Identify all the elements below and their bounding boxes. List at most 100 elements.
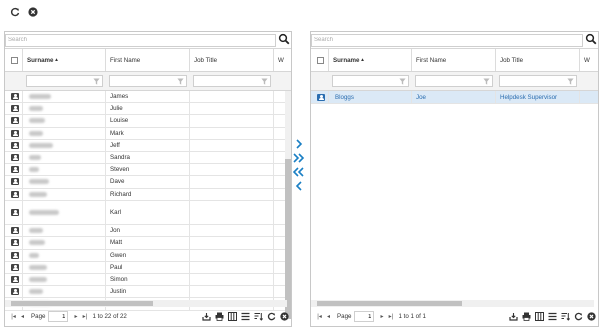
- surname-filter[interactable]: [332, 75, 409, 87]
- table-row[interactable]: Jon: [5, 225, 287, 238]
- column-header-w[interactable]: W: [274, 49, 291, 71]
- close-circle-icon[interactable]: [27, 6, 39, 18]
- column-header-w[interactable]: W: [580, 49, 598, 71]
- first-name-text: Simon: [110, 276, 128, 284]
- sort-icon[interactable]: [560, 311, 570, 321]
- job-title-cell: [190, 188, 274, 200]
- first-name-cell: Steven: [106, 164, 190, 176]
- select-all-checkbox[interactable]: [317, 56, 324, 64]
- page-label: Page: [337, 313, 352, 320]
- sort-icon[interactable]: [253, 311, 263, 321]
- table-row[interactable]: Matt: [5, 237, 287, 250]
- page-number-input[interactable]: [48, 311, 69, 322]
- first-name-filter[interactable]: [109, 75, 187, 87]
- first-name-cell: Matt: [106, 237, 190, 249]
- first-name-cell: Mark: [106, 127, 190, 139]
- first-name-text: James: [110, 93, 129, 101]
- surname-filter[interactable]: [26, 75, 103, 87]
- table-row[interactable]: Jeff: [5, 139, 287, 152]
- export-icon[interactable]: [508, 311, 518, 321]
- table-row[interactable]: Dave: [5, 176, 287, 189]
- export-icon[interactable]: [201, 311, 211, 321]
- job-title-cell: [190, 249, 274, 261]
- list-icon[interactable]: [547, 311, 557, 321]
- surname-cell: [23, 249, 106, 261]
- table-row[interactable]: Mark: [5, 127, 287, 140]
- row-icon-cell: [5, 188, 23, 200]
- table-row[interactable]: Paul: [5, 261, 287, 274]
- user-card-icon: [11, 178, 19, 186]
- user-card-icon: [11, 190, 19, 198]
- previous-page-button[interactable]: ◂: [18, 312, 27, 321]
- scroll-thumb[interactable]: [317, 301, 462, 306]
- table-row[interactable]: Louise: [5, 115, 287, 128]
- column-header-surname[interactable]: Surname ▴: [23, 49, 106, 71]
- refresh-icon[interactable]: [266, 311, 276, 321]
- table-row[interactable]: Justin: [5, 286, 287, 299]
- search-icon[interactable]: [585, 33, 597, 45]
- first-name-filter[interactable]: [415, 75, 493, 87]
- table-row[interactable]: Karl: [5, 200, 287, 226]
- move-all-right-button[interactable]: [292, 152, 306, 164]
- last-page-button[interactable]: ▸|: [386, 312, 395, 321]
- columns-icon[interactable]: [227, 311, 237, 321]
- next-page-button[interactable]: ▸: [71, 312, 80, 321]
- print-icon[interactable]: [214, 311, 224, 321]
- move-left-button[interactable]: [292, 180, 306, 192]
- search-input[interactable]: [5, 33, 276, 47]
- select-all-checkbox[interactable]: [11, 56, 18, 64]
- first-name-text: Richard: [110, 190, 132, 198]
- page-range-text: 1 to 22 of 22: [92, 313, 127, 320]
- column-header-first-name[interactable]: First Name: [412, 49, 496, 71]
- first-name-cell: Julie: [106, 103, 190, 115]
- redacted-surname: [29, 252, 39, 258]
- row-icon-cell: [5, 115, 23, 127]
- surname-cell: [23, 261, 106, 273]
- scroll-thumb[interactable]: [285, 159, 291, 319]
- table-row[interactable]: Sandra: [5, 152, 287, 165]
- surname-text: Bloggs: [335, 93, 354, 101]
- table-row[interactable]: Bloggs Joe Helpdesk Supervisor: [311, 91, 598, 104]
- first-page-button[interactable]: |◂: [9, 312, 18, 321]
- horizontal-scrollbar[interactable]: [5, 300, 287, 307]
- job-title-cell: [190, 274, 274, 286]
- surname-cell: [23, 200, 106, 225]
- filter-icon: [261, 78, 268, 85]
- close-circle-icon[interactable]: [279, 311, 289, 321]
- refresh-icon[interactable]: [9, 6, 21, 18]
- table-row[interactable]: Gwen: [5, 249, 287, 262]
- column-header-job-title[interactable]: Job Title: [190, 49, 274, 71]
- table-row[interactable]: Simon: [5, 274, 287, 287]
- user-card-icon: [11, 93, 19, 101]
- user-card-icon: [11, 117, 19, 125]
- list-icon[interactable]: [240, 311, 250, 321]
- column-header-first-name[interactable]: First Name: [106, 49, 190, 71]
- columns-icon[interactable]: [534, 311, 544, 321]
- refresh-icon[interactable]: [573, 311, 583, 321]
- job-title-filter[interactable]: [193, 75, 271, 87]
- previous-page-button[interactable]: ◂: [324, 312, 333, 321]
- close-circle-icon[interactable]: [586, 311, 596, 321]
- column-header-job-title[interactable]: Job Title: [496, 49, 580, 71]
- vertical-scrollbar[interactable]: [285, 91, 291, 319]
- print-icon[interactable]: [521, 311, 531, 321]
- last-page-button[interactable]: ▸|: [80, 312, 89, 321]
- scroll-thumb[interactable]: [11, 301, 153, 306]
- move-all-left-button[interactable]: [292, 166, 306, 178]
- first-page-button[interactable]: |◂: [315, 312, 324, 321]
- column-label: Surname: [333, 56, 360, 64]
- job-title-cell: [190, 237, 274, 249]
- search-input[interactable]: [311, 33, 583, 47]
- column-header-surname[interactable]: Surname ▴: [329, 49, 412, 71]
- table-row[interactable]: Steven: [5, 164, 287, 177]
- job-title-filter[interactable]: [499, 75, 577, 87]
- table-row[interactable]: Richard: [5, 188, 287, 201]
- filter-icon: [177, 78, 184, 85]
- next-page-button[interactable]: ▸: [377, 312, 386, 321]
- table-row[interactable]: James: [5, 91, 287, 104]
- move-right-button[interactable]: [292, 138, 306, 150]
- page-number-input[interactable]: [354, 311, 375, 322]
- horizontal-scrollbar[interactable]: [311, 300, 594, 307]
- search-icon[interactable]: [278, 33, 290, 45]
- table-row[interactable]: Julie: [5, 103, 287, 116]
